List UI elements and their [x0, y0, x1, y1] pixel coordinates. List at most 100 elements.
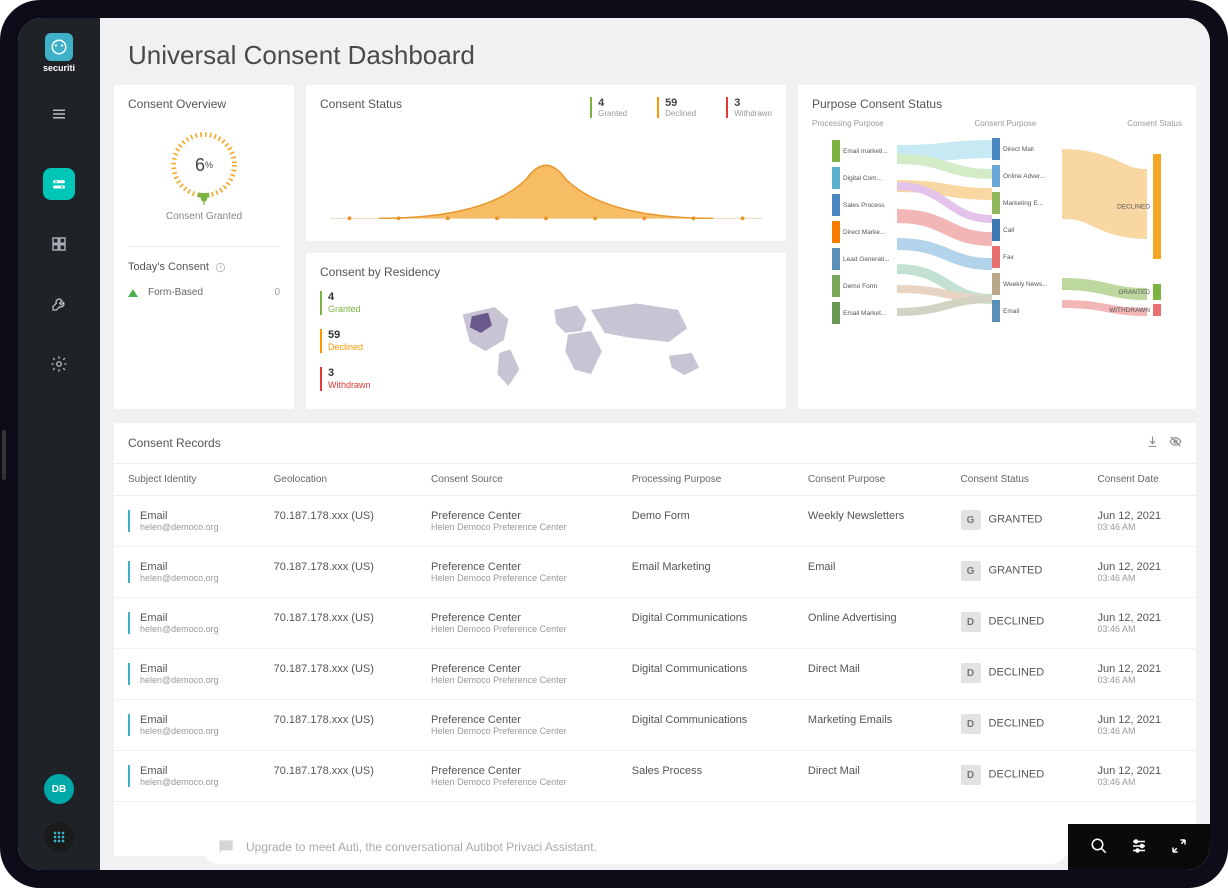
table-header: Consent Date [1084, 464, 1196, 496]
formbased-label: Form-Based [148, 287, 203, 298]
triangle-up-icon [128, 289, 138, 297]
table-header: Processing Purpose [618, 464, 794, 496]
consent-date: Jun 12, 202103:46 AM [1084, 649, 1196, 700]
geolocation: 70.187.178.xxx (US) [260, 547, 417, 598]
residency-declined-label: Declined [328, 342, 371, 353]
card-consent-overview: Consent Overview 6% Consent Granted Toda… [114, 85, 294, 409]
power-button [2, 430, 6, 480]
bottom-bar: Upgrade to meet Auti, the conversational… [182, 824, 1210, 870]
table-row[interactable]: Emailhelen@democo.org70.187.178.xxx (US)… [114, 751, 1196, 802]
consent-status: DDECLINED [947, 649, 1084, 700]
search-icon[interactable] [1090, 837, 1108, 858]
records-table: Subject IdentityGeolocationConsent Sourc… [114, 463, 1196, 802]
expand-icon[interactable] [1170, 837, 1188, 858]
nav-tools-icon[interactable] [43, 288, 75, 320]
status-area-chart [320, 129, 772, 229]
visibility-off-icon[interactable] [1169, 435, 1182, 451]
consent-status: DDECLINED [947, 751, 1084, 802]
nav-dashboard-icon[interactable] [43, 228, 75, 260]
svg-text:DECLINED: DECLINED [1117, 204, 1150, 211]
status-granted-label: Granted [598, 109, 627, 118]
subject-identity: Emailhelen@democo.org [128, 663, 246, 685]
status-declined-num: 59 [665, 97, 677, 109]
status-withdrawn-label: Withdrawn [734, 109, 772, 118]
svg-text:Email marketi...: Email marketi... [843, 148, 888, 155]
svg-text:Direct Marke...: Direct Marke... [843, 229, 885, 236]
gauge-unit: % [205, 160, 213, 170]
overview-title: Consent Overview [128, 97, 280, 111]
consent-date: Jun 12, 202103:46 AM [1084, 598, 1196, 649]
overview-label: Consent Granted [128, 211, 280, 222]
svg-text:Lead Generati...: Lead Generati... [843, 256, 890, 263]
sliders-icon[interactable] [1130, 837, 1148, 858]
consent-source: Preference CenterHelen Democo Preference… [417, 598, 618, 649]
svg-text:Digital Com...: Digital Com... [843, 175, 882, 182]
records-title: Consent Records [128, 436, 221, 450]
table-row[interactable]: Emailhelen@democo.org 70.187.178.xxx (US)… [114, 547, 1196, 598]
nav-settings-icon[interactable] [43, 348, 75, 380]
consent-purpose: Online Advertising [794, 598, 947, 649]
svg-text:WITHDRAWN: WITHDRAWN [1109, 307, 1150, 314]
nav-consent-icon[interactable] [43, 168, 75, 200]
avatar[interactable]: DB [44, 774, 74, 804]
assistant-bar[interactable]: Upgrade to meet Auti, the conversational… [202, 830, 1068, 864]
subject-identity: Emailhelen@democo.org [128, 765, 246, 787]
subject-identity: Emailhelen@democo.org [128, 714, 246, 736]
residency-declined-num: 59 [328, 329, 340, 341]
consent-status: GGRANTED [947, 496, 1084, 547]
gauge-chart: 6% [164, 125, 244, 205]
consent-status: DDECLINED [947, 598, 1084, 649]
gauge-value: 6 [195, 155, 205, 176]
residency-withdrawn-label: Withdrawn [328, 380, 371, 391]
processing-purpose: Digital Communications [618, 649, 794, 700]
consent-purpose: Direct Mail [794, 751, 947, 802]
sankey-col-processing: Processing Purpose [812, 119, 884, 128]
table-row[interactable]: Emailhelen@democo.org70.187.178.xxx (US)… [114, 496, 1196, 547]
svg-text:Demo Form: Demo Form [843, 283, 877, 290]
consent-source: Preference CenterHelen Democo Preference… [417, 547, 618, 598]
clock-icon [215, 262, 226, 273]
consent-status: GGRANTED [947, 547, 1084, 598]
brand-logo: securiti [34, 28, 84, 78]
consent-purpose: Email [794, 547, 947, 598]
residency-granted-label: Granted [328, 304, 371, 315]
sidebar: securiti DB [18, 18, 100, 870]
subject-identity: Emailhelen@democo.org [128, 561, 246, 583]
svg-text:Email Market...: Email Market... [843, 310, 887, 317]
app-switcher-icon[interactable] [44, 822, 74, 852]
consent-source: Preference CenterHelen Democo Preference… [417, 700, 618, 751]
consent-purpose: Direct Mail [794, 649, 947, 700]
svg-text:Direct Mail: Direct Mail [1003, 146, 1034, 153]
consent-status: DDECLINED [947, 700, 1084, 751]
svg-text:Weekly News...: Weekly News... [1003, 281, 1048, 288]
consent-date: Jun 12, 202103:46 AM [1084, 700, 1196, 751]
svg-text:Call: Call [1003, 227, 1015, 234]
today-consent-label: Today's Consent [128, 261, 209, 273]
table-header: Subject Identity [114, 464, 260, 496]
sankey-title: Purpose Consent Status [812, 97, 1182, 111]
today-consent-header: Today's Consent [128, 246, 280, 273]
table-row[interactable]: Emailhelen@democo.org70.187.178.xxx (US)… [114, 598, 1196, 649]
consent-source: Preference CenterHelen Democo Preference… [417, 496, 618, 547]
status-declined-label: Declined [665, 109, 696, 118]
card-purpose-consent: Purpose Consent Status Processing Purpos… [798, 85, 1196, 409]
card-consent-records: Consent Records Subject IdentityGeolocat… [114, 423, 1196, 856]
processing-purpose: Digital Communications [618, 700, 794, 751]
download-icon[interactable] [1146, 435, 1159, 451]
consent-purpose: Weekly Newsletters [794, 496, 947, 547]
table-header: Geolocation [260, 464, 417, 496]
table-header: Consent Purpose [794, 464, 947, 496]
consent-date: Jun 12, 202103:46 AM [1084, 751, 1196, 802]
processing-purpose: Digital Communications [618, 598, 794, 649]
table-row[interactable]: Emailhelen@democo.org 70.187.178.xxx (US)… [114, 649, 1196, 700]
formbased-row: Form-Based 0 [128, 287, 280, 298]
menu-button[interactable] [45, 100, 73, 128]
residency-title: Consent by Residency [320, 265, 772, 279]
svg-text:Marketing E...: Marketing E... [1003, 200, 1043, 207]
table-row[interactable]: Emailhelen@democo.org70.187.178.xxx (US)… [114, 700, 1196, 751]
sankey-col-purpose: Consent Purpose [975, 119, 1037, 128]
geolocation: 70.187.178.xxx (US) [260, 649, 417, 700]
svg-text:Online Adver...: Online Adver... [1003, 173, 1045, 180]
page-title: Universal Consent Dashboard [100, 18, 1210, 85]
brand-icon [45, 33, 73, 61]
